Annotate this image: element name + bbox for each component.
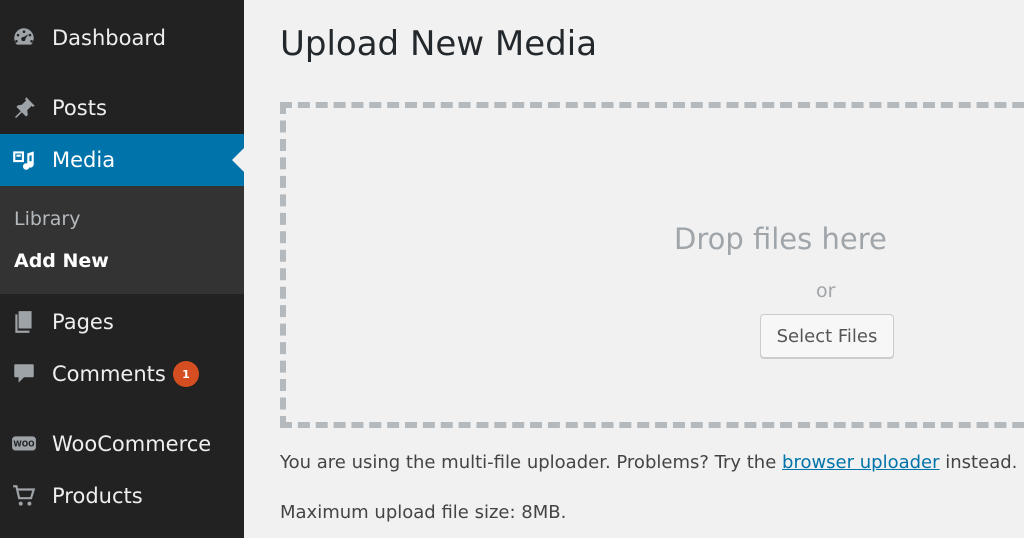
page-title: Upload New Media <box>280 24 598 64</box>
comment-count-badge: 1 <box>173 361 199 387</box>
media-submenu: Library Add New <box>0 186 244 294</box>
sidebar-item-label: WooCommerce <box>52 432 212 456</box>
main-content: Upload New Media Drop files here or Sele… <box>244 0 1024 538</box>
sidebar-item-label: Media <box>52 148 116 172</box>
sidebar-item-comments[interactable]: Comments 1 <box>0 348 244 400</box>
max-upload-size: Maximum upload file size: 8MB. <box>280 502 567 523</box>
or-text: or <box>816 280 836 302</box>
submenu-item-library[interactable]: Library <box>14 208 80 230</box>
cart-icon <box>10 482 38 510</box>
woo-icon: WOO <box>10 430 38 458</box>
sidebar-item-label: Posts <box>52 96 107 120</box>
browser-uploader-link[interactable]: browser uploader <box>782 452 940 473</box>
sidebar-item-label: Products <box>52 484 143 508</box>
sidebar-item-media[interactable]: Media <box>0 134 244 186</box>
uploader-info-suffix: instead. <box>939 452 1018 473</box>
sidebar-item-dashboard[interactable]: Dashboard <box>0 12 244 64</box>
uploader-info: You are using the multi-file uploader. P… <box>280 452 1017 473</box>
sidebar-item-products[interactable]: Products <box>0 470 244 522</box>
sidebar-item-label: Comments <box>52 362 166 386</box>
sidebar-item-label: Pages <box>52 310 114 334</box>
wp-admin-layout: Dashboard Posts Media Library Add New Pa… <box>0 0 1024 538</box>
submenu-item-add-new[interactable]: Add New <box>14 250 109 272</box>
dashboard-icon <box>10 24 38 52</box>
comment-icon <box>10 360 38 388</box>
current-menu-arrow <box>232 148 244 172</box>
sidebar-item-pages[interactable]: Pages <box>0 296 244 348</box>
admin-sidebar: Dashboard Posts Media Library Add New Pa… <box>0 0 244 538</box>
media-icon <box>10 146 38 174</box>
drop-zone[interactable] <box>280 102 1024 428</box>
pin-icon <box>10 94 38 122</box>
select-files-button[interactable]: Select Files <box>760 314 894 358</box>
pages-icon <box>10 308 38 336</box>
sidebar-item-woocommerce[interactable]: WOO WooCommerce <box>0 418 244 470</box>
sidebar-item-label: Dashboard <box>52 26 166 50</box>
sidebar-item-posts[interactable]: Posts <box>0 82 244 134</box>
svg-text:WOO: WOO <box>13 440 35 449</box>
uploader-info-prefix: You are using the multi-file uploader. P… <box>280 452 783 473</box>
drop-files-text: Drop files here <box>674 222 887 256</box>
